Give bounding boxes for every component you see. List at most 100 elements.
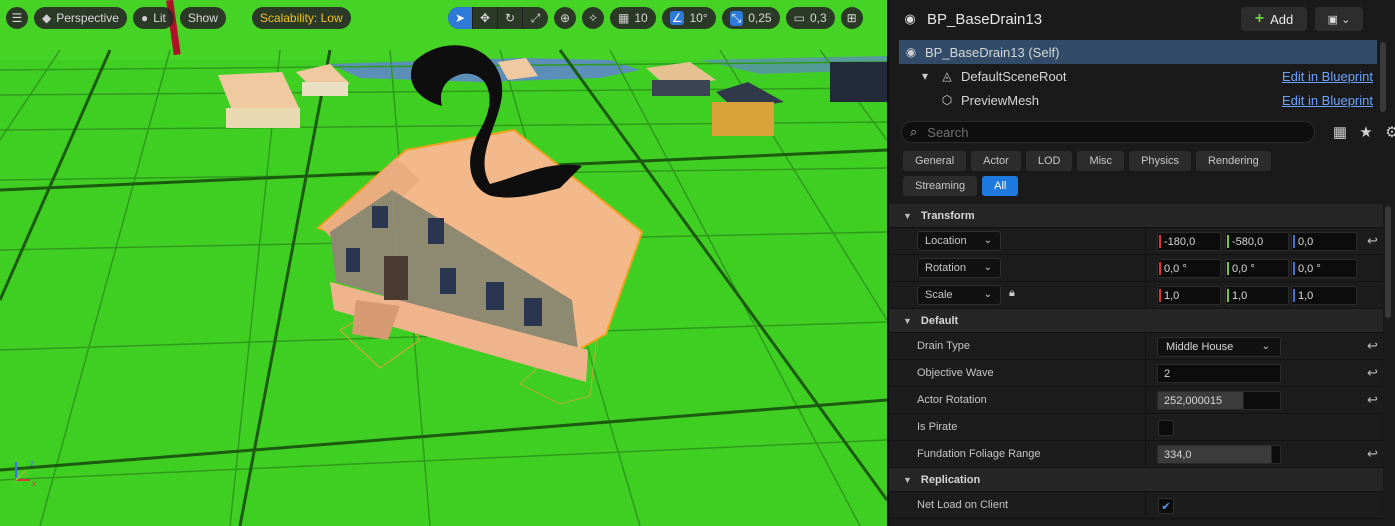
axis-x-label: x bbox=[32, 479, 36, 488]
component-row-root[interactable]: ▾ ◬ DefaultSceneRoot Edit in Blueprint bbox=[899, 64, 1377, 88]
scalability-button[interactable]: Scalability: Low bbox=[251, 7, 351, 29]
rotation-z-field[interactable]: 0,0 ° bbox=[1291, 259, 1357, 278]
translate-mode-icon[interactable]: ✥ bbox=[473, 7, 498, 29]
lit-mode-button[interactable]: ● Lit bbox=[132, 7, 174, 29]
tab-general[interactable]: General bbox=[903, 151, 967, 171]
viewport-layout-button[interactable]: ⊞ bbox=[840, 7, 863, 29]
edit-in-blueprint-link[interactable]: Edit in Blueprint bbox=[1282, 93, 1373, 108]
actor-icon: ◉ bbox=[904, 11, 916, 26]
location-z-field[interactable]: 0,0 bbox=[1291, 232, 1357, 251]
blueprint-options-button[interactable]: ▣ ⌄ bbox=[1315, 7, 1363, 31]
section-transform[interactable]: ▼ Transform bbox=[889, 204, 1383, 228]
tab-all[interactable]: All bbox=[982, 176, 1019, 196]
favorites-star-icon[interactable]: ★ bbox=[1353, 121, 1379, 143]
view-mode-button[interactable]: ◆ Perspective bbox=[34, 7, 127, 29]
search-input[interactable] bbox=[925, 123, 1286, 141]
component-row-mesh[interactable]: ⬡ PreviewMesh Edit in Blueprint bbox=[899, 88, 1377, 112]
scale-x-field[interactable]: 1,0 bbox=[1157, 286, 1221, 305]
add-label: Add bbox=[1270, 11, 1294, 27]
surface-snap-button[interactable]: ✧ bbox=[582, 7, 604, 29]
camera-speed-button[interactable]: ▭ 0,3 bbox=[785, 7, 835, 29]
world-local-toggle[interactable]: ⊕ bbox=[554, 7, 576, 29]
scale-snap-icon: ⤡ bbox=[729, 10, 744, 26]
axis-z-label: z bbox=[30, 459, 34, 468]
property-label: Rotation bbox=[925, 262, 966, 274]
property-list: ▼ Transform Location ⌄ -180,0 -580,0 0,0 ↩… bbox=[889, 204, 1383, 519]
settings-gear-icon[interactable]: ⚙ bbox=[1379, 121, 1395, 143]
actor-title: BP_BaseDrain13 bbox=[927, 10, 1043, 28]
component-label: PreviewMesh bbox=[961, 92, 1040, 108]
edit-in-blueprint-link[interactable]: Edit in Blueprint bbox=[1282, 69, 1373, 84]
section-label: Default bbox=[920, 314, 959, 327]
sphere-icon: ● bbox=[140, 11, 149, 25]
plus-icon: + bbox=[1254, 10, 1265, 27]
tree-scrollbar[interactable] bbox=[1380, 42, 1386, 112]
rotation-x-field[interactable]: 0,0 ° bbox=[1157, 259, 1221, 278]
details-search[interactable]: ⌕ bbox=[901, 121, 1315, 143]
property-label: Net Load on Client bbox=[917, 499, 1009, 511]
component-label: DefaultSceneRoot bbox=[961, 68, 1067, 84]
chevron-down-icon: ⌄ bbox=[983, 289, 992, 300]
reset-arrow-icon[interactable]: ↩ bbox=[1367, 233, 1378, 249]
tab-misc[interactable]: Misc bbox=[1077, 151, 1125, 171]
reset-arrow-icon[interactable]: ↩ bbox=[1367, 392, 1378, 408]
tab-streaming[interactable]: Streaming bbox=[903, 176, 978, 196]
chevron-down-icon: ⌄ bbox=[983, 235, 992, 246]
scale-snap-button[interactable]: ⤡ 0,25 bbox=[721, 7, 780, 29]
rotation-snap-button[interactable]: ∠ 10° bbox=[661, 7, 716, 29]
component-tree: ◉ BP_BaseDrain13 (Self) ▾ ◬ DefaultScene… bbox=[899, 40, 1377, 112]
reset-arrow-icon[interactable]: ↩ bbox=[1367, 338, 1378, 354]
section-label: Replication bbox=[920, 473, 981, 486]
component-row-self[interactable]: ◉ BP_BaseDrain13 (Self) bbox=[899, 40, 1377, 64]
select-mode-icon[interactable]: ➤ bbox=[448, 7, 473, 29]
property-label: Drain Type bbox=[917, 340, 970, 352]
property-actor-rotation: Actor Rotation 252,000015 ↩ bbox=[889, 387, 1383, 414]
objective-wave-field[interactable]: 2 bbox=[1157, 364, 1281, 383]
lock-icon[interactable]: 🔒︎ bbox=[1009, 287, 1015, 300]
show-button[interactable]: Show bbox=[179, 7, 226, 29]
location-y-field[interactable]: -580,0 bbox=[1225, 232, 1289, 251]
scale-y-field[interactable]: 1,0 bbox=[1225, 286, 1289, 305]
grid-snap-button[interactable]: ▦ 10 bbox=[610, 7, 656, 29]
view-mode-label: Perspective bbox=[56, 11, 119, 25]
tab-actor[interactable]: Actor bbox=[971, 151, 1021, 171]
add-component-button[interactable]: + Add bbox=[1241, 7, 1307, 31]
scale-z-field[interactable]: 1,0 bbox=[1291, 286, 1357, 305]
location-dropdown[interactable]: Location ⌄ bbox=[917, 231, 1001, 251]
section-replication[interactable]: ▼ Replication bbox=[889, 468, 1383, 492]
property-drain-type: Drain Type Middle House ⌄ ↩ bbox=[889, 333, 1383, 360]
lit-mode-label: Lit bbox=[153, 11, 166, 25]
reset-arrow-icon[interactable]: ↩ bbox=[1367, 365, 1378, 381]
property-label: Location bbox=[925, 235, 967, 247]
rotate-mode-icon[interactable]: ↻ bbox=[498, 7, 523, 29]
details-header: ◉ BP_BaseDrain13 bbox=[901, 4, 1042, 34]
properties-scrollbar[interactable] bbox=[1385, 206, 1391, 318]
surface-snap-icon: ✧ bbox=[587, 11, 599, 25]
viewport-menu-button[interactable]: ☰ bbox=[6, 7, 28, 29]
table-view-icon[interactable]: ▦ bbox=[1327, 121, 1353, 143]
tab-lod[interactable]: LOD bbox=[1025, 151, 1073, 171]
actor-icon: ◉ bbox=[905, 45, 917, 59]
collapse-arrow-icon: ▼ bbox=[903, 210, 912, 221]
foliage-range-field[interactable]: 334,0 bbox=[1157, 445, 1281, 464]
location-x-field[interactable]: -180,0 bbox=[1157, 232, 1221, 251]
is-pirate-checkbox[interactable] bbox=[1158, 420, 1174, 436]
grid-snap-value: 10 bbox=[634, 11, 648, 25]
rotation-y-field[interactable]: 0,0 ° bbox=[1225, 259, 1289, 278]
section-default[interactable]: ▼ Default bbox=[889, 309, 1383, 333]
scale-dropdown[interactable]: Scale ⌄ bbox=[917, 285, 1001, 305]
level-viewport[interactable]: ☰ ◆ Perspective ● Lit Show Scalability: Lo… bbox=[0, 0, 887, 526]
actor-rotation-field[interactable]: 252,000015 bbox=[1157, 391, 1281, 410]
tab-rendering[interactable]: Rendering bbox=[1195, 151, 1271, 171]
reset-arrow-icon[interactable]: ↩ bbox=[1367, 446, 1378, 462]
net-load-checkbox[interactable]: ✔ bbox=[1158, 498, 1174, 514]
drain-type-select[interactable]: Middle House ⌄ bbox=[1157, 337, 1281, 357]
rotation-dropdown[interactable]: Rotation ⌄ bbox=[917, 258, 1001, 278]
scene-render bbox=[0, 0, 887, 526]
property-scale: Scale ⌄ 🔒︎ 1,0 1,0 1,0 bbox=[889, 282, 1383, 309]
property-label: Scale bbox=[925, 289, 953, 301]
hamburger-icon: ☰ bbox=[11, 11, 23, 25]
scale-mode-icon[interactable]: ⤢ bbox=[523, 7, 548, 29]
property-is-pirate: Is Pirate bbox=[889, 414, 1383, 441]
tab-physics[interactable]: Physics bbox=[1129, 151, 1191, 171]
